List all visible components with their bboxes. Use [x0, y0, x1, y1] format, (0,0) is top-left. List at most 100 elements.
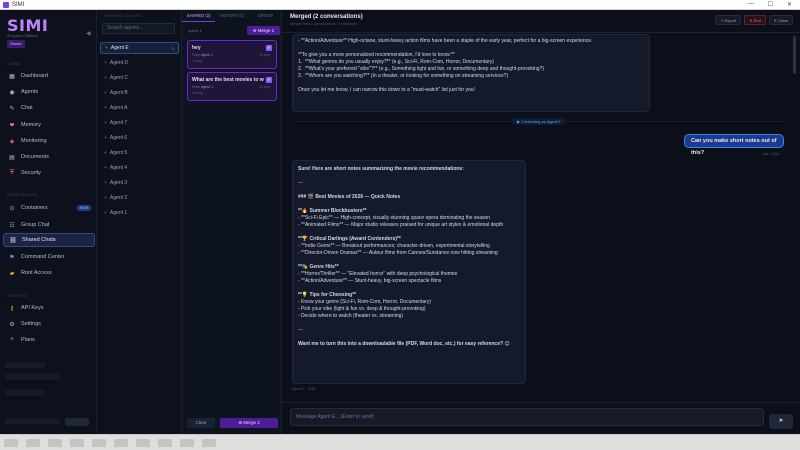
taskbar-app[interactable]	[26, 438, 40, 447]
conversation-tabs: SHARED (2) HISTORY (1) GROUP	[182, 10, 282, 22]
agent-row[interactable]: + Agent B	[100, 87, 179, 99]
chat-title: Merged (2 conversations)	[290, 14, 363, 20]
user-message-time: Just · 2026	[762, 152, 780, 156]
shield-icon: ⛨	[9, 169, 15, 176]
agent-search-input[interactable]: Search agents...	[102, 23, 175, 34]
agent-row[interactable]: + Agent C	[100, 72, 179, 84]
ai-reply-message: Sure! Here are short notes summarizing t…	[292, 160, 526, 384]
plus-icon: +	[104, 135, 107, 141]
nav-shared-chats[interactable]: ⛓ Shared Chats	[3, 233, 95, 247]
window-controls: — ☐ ✕	[748, 1, 800, 8]
nav-memory[interactable]: ❤ Memory	[3, 118, 95, 132]
nav-group-chat[interactable]: ☷ Group Chat	[3, 218, 95, 232]
send-button[interactable]: ➤	[769, 414, 793, 429]
chat-scrollbar[interactable]	[793, 36, 797, 400]
conversation-time: 2h ago	[259, 85, 270, 89]
plus-icon: +	[105, 45, 108, 51]
plus-icon: +	[104, 120, 107, 126]
conversation-card[interactable]: What are the best movies to watch in 202…	[187, 72, 277, 101]
conversation-title: What are the best movies to watch in 202…	[192, 77, 264, 83]
logout-button[interactable]	[65, 418, 89, 426]
agent-row[interactable]: + Agent E2	[100, 42, 179, 54]
footer-placeholder	[5, 390, 45, 396]
nav-command-center[interactable]: ⚑ Command Center	[3, 250, 95, 264]
collapse-sidebar-icon[interactable]: ◀	[86, 30, 91, 37]
conversation-card[interactable]: hey ✓ From Agent 1 1 msg 2h ago	[187, 40, 277, 69]
close-window-icon[interactable]: ✕	[787, 1, 792, 8]
memory-icon: ❤	[9, 122, 15, 129]
plus-icon: +	[104, 195, 107, 201]
conversation-meta: From Agent 1	[192, 53, 214, 57]
taskbar-app[interactable]	[48, 438, 62, 447]
conversation-time: 2h ago	[259, 53, 270, 57]
taskbar-app[interactable]	[202, 438, 216, 447]
footer-user-info	[5, 418, 60, 424]
agent-row[interactable]: + Agent 1	[100, 207, 179, 219]
merge-top-button[interactable]: ⊕ Merge 2	[247, 26, 280, 35]
tier-badge: Owner	[7, 40, 25, 48]
section-system: SYSTEM	[7, 293, 27, 298]
taskbar-app[interactable]	[92, 438, 106, 447]
end-button[interactable]: ✕ End	[744, 15, 766, 25]
sidebar: SIMI AI Agent Platform Owner ◀ CORE ▦ Das…	[0, 10, 97, 434]
nav-api-keys[interactable]: ⚷ API Keys	[3, 301, 95, 315]
conversation-count: 1 msg	[192, 59, 202, 63]
nav-root-access[interactable]: ▰ Root Access	[3, 266, 95, 280]
taskbar-app[interactable]	[180, 438, 194, 447]
nav-settings[interactable]: ⚙ Settings	[3, 317, 95, 331]
agent-row[interactable]: + Agent 5	[100, 147, 179, 159]
export-button[interactable]: ⇩ Export	[715, 15, 741, 25]
nav-containers[interactable]: ⊙ Containers NEW	[3, 201, 95, 215]
link-icon: ⛓	[9, 237, 17, 244]
agent-row[interactable]: + Agent A	[100, 102, 179, 114]
checkbox-icon[interactable]: ✓	[266, 77, 272, 83]
nav-documents[interactable]: ▤ Documents	[3, 150, 95, 164]
message-input[interactable]: Message Agent E... (Enter to send)	[290, 408, 764, 426]
tab-group[interactable]: GROUP	[249, 10, 282, 22]
tab-shared[interactable]: SHARED (2)	[182, 10, 216, 22]
taskbar-app[interactable]	[4, 438, 18, 447]
checkbox-icon[interactable]: ✓	[266, 45, 272, 51]
ai-message-time: Agent E · 2026	[292, 387, 316, 391]
footer-placeholder	[5, 362, 45, 368]
taskbar-app[interactable]	[114, 438, 128, 447]
agent-row[interactable]: + Agent D	[100, 57, 179, 69]
minimize-icon[interactable]: —	[748, 1, 754, 8]
folder-icon: ▰	[9, 270, 15, 277]
containers-icon: ⊙	[9, 205, 15, 212]
nav-dashboard[interactable]: ▦ Dashboard	[3, 69, 95, 83]
plus-icon: +	[10, 337, 14, 343]
close-button[interactable]: ✕ Close	[769, 15, 793, 25]
scroll-thumb[interactable]	[793, 36, 796, 74]
plus-icon: +	[104, 105, 107, 111]
agent-row[interactable]: + Agent 3	[100, 177, 179, 189]
clear-button[interactable]: Clear	[187, 418, 215, 428]
header-divider	[282, 32, 800, 33]
nav-plans[interactable]: + Plans	[3, 333, 95, 347]
taskbar-app[interactable]	[136, 438, 150, 447]
maximize-icon[interactable]: ☐	[768, 1, 773, 8]
tab-history[interactable]: HISTORY (1)	[215, 10, 248, 22]
agent-filter-label: Agent 1	[188, 28, 202, 33]
nav-agents[interactable]: ◉ Agents	[3, 85, 95, 99]
previous-ai-message: - **Action/Adventure** High-octane, stun…	[292, 34, 650, 112]
agent-row[interactable]: + Agent 4	[100, 162, 179, 174]
taskbar-app[interactable]	[70, 438, 84, 447]
conversation-panel: SHARED (2) HISTORY (1) GROUP Agent 1 ⊕ M…	[182, 10, 282, 434]
nav-chat[interactable]: ✎ Chat	[3, 101, 95, 115]
plus-icon: +	[104, 150, 107, 156]
merge-button[interactable]: ⊕ Merge 2	[220, 418, 278, 428]
conversation-meta: From Agent 1	[192, 85, 214, 89]
plus-icon: +	[104, 90, 107, 96]
agent-row[interactable]: + Agent 7	[100, 117, 179, 129]
chat-main: Merged (2 conversations) Merged from 2 c…	[282, 10, 800, 434]
agent-row[interactable]: + Agent 2	[100, 192, 179, 204]
agent-count: 2	[171, 45, 174, 51]
taskbar-app[interactable]	[158, 438, 172, 447]
nav-security[interactable]: ⛨ Security	[3, 166, 95, 180]
nav-monitoring[interactable]: ◈ Monitoring	[3, 134, 95, 148]
monitoring-icon: ◈	[9, 138, 15, 145]
agent-row[interactable]: + Agent 6	[100, 132, 179, 144]
section-core: CORE	[7, 61, 21, 66]
plus-icon: +	[104, 180, 107, 186]
